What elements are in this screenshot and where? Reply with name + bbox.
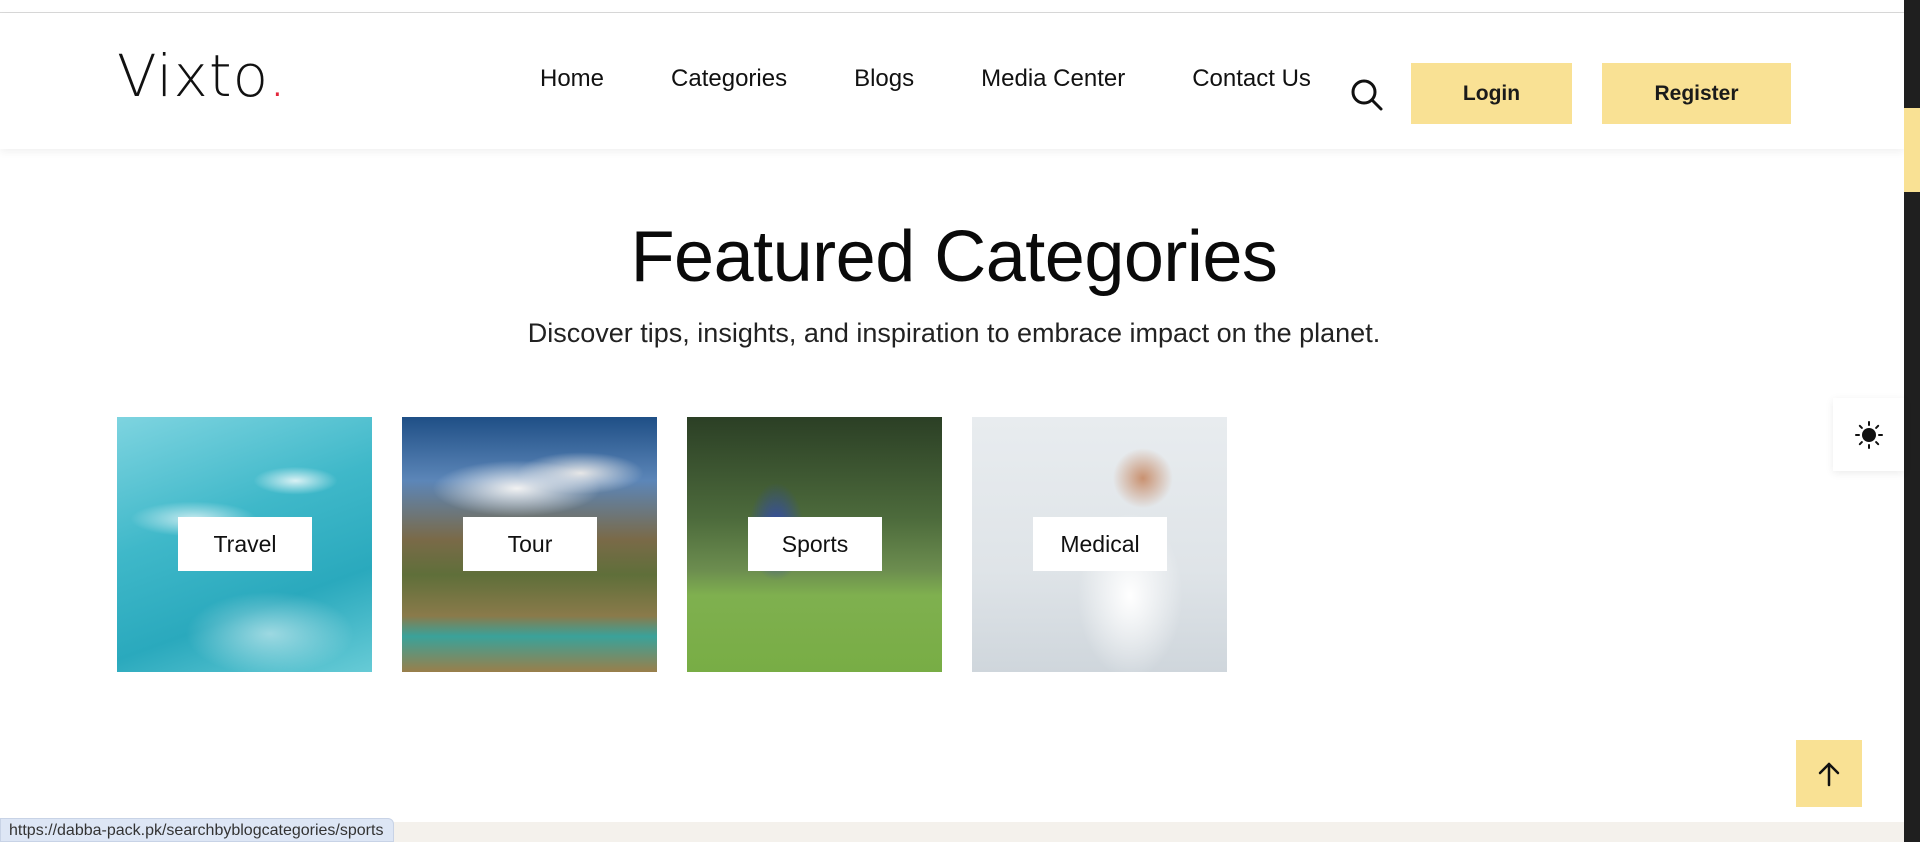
section-title: Featured Categories	[630, 217, 1278, 297]
back-to-top-button[interactable]	[1796, 740, 1862, 807]
browser-status-url: https://dabba-pack.pk/searchbyblogcatego…	[0, 818, 395, 842]
logo-text: Vixto	[117, 42, 269, 110]
page-scrollbar[interactable]	[1904, 0, 1920, 842]
scrollbar-thumb[interactable]	[1904, 108, 1920, 192]
category-card-sports[interactable]: Sports	[687, 417, 942, 672]
main-nav: Home Categories Blogs Media Center Conta…	[540, 65, 1311, 93]
category-card-medical[interactable]: Medical	[972, 417, 1227, 672]
site-logo[interactable]: Vixto.	[117, 47, 288, 105]
browser-top-edge	[0, 0, 1904, 13]
search-button[interactable]	[1350, 78, 1384, 112]
category-cards: Travel Tour Sports Medical	[117, 417, 1257, 672]
category-label: Tour	[463, 517, 597, 571]
register-button[interactable]: Register	[1602, 63, 1791, 124]
nav-media-center[interactable]: Media Center	[981, 65, 1125, 93]
nav-contact-us[interactable]: Contact Us	[1192, 65, 1311, 93]
sun-icon	[1854, 420, 1883, 449]
site-header: Vixto. Home Categories Blogs Media Cente…	[0, 13, 1904, 149]
theme-toggle-button[interactable]	[1833, 398, 1904, 471]
nav-blogs[interactable]: Blogs	[854, 65, 914, 93]
nav-home[interactable]: Home	[540, 65, 604, 93]
category-label: Travel	[178, 517, 312, 571]
section-subtitle: Discover tips, insights, and inspiration…	[527, 318, 1381, 348]
category-card-travel[interactable]: Travel	[117, 417, 372, 672]
category-label: Medical	[1033, 517, 1167, 571]
arrow-up-icon	[1818, 762, 1840, 786]
logo-dot: .	[268, 42, 288, 110]
search-icon	[1351, 79, 1383, 111]
category-card-tour[interactable]: Tour	[402, 417, 657, 672]
login-button[interactable]: Login	[1411, 63, 1572, 124]
category-label: Sports	[748, 517, 882, 571]
nav-categories[interactable]: Categories	[671, 65, 787, 93]
